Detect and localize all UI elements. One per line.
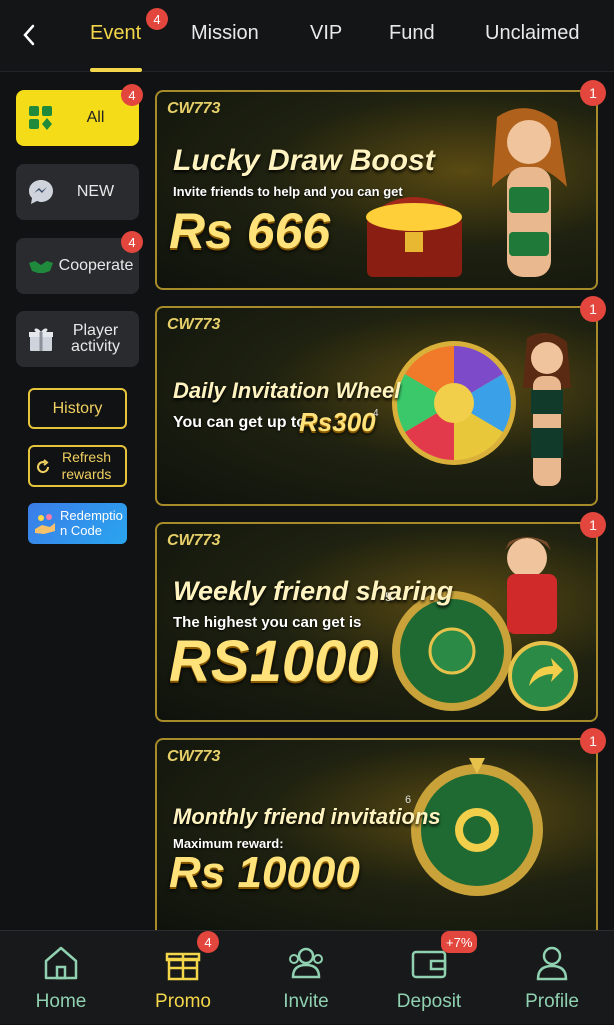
nav-label: Home: [35, 991, 87, 1012]
bottom-nav-bar: Home Promo 4 Invite Deposit +7% Profile: [0, 930, 614, 1024]
tab-event[interactable]: Event: [90, 22, 141, 45]
tab-event-badge: 4: [146, 8, 168, 30]
tab-vip[interactable]: VIP: [310, 22, 342, 45]
promo-badge: 4: [197, 931, 219, 953]
sidebar-cooperate-badge: 4: [121, 231, 143, 253]
nav-label: Profile: [525, 991, 579, 1012]
tab-unclaimed[interactable]: Unclaimed: [485, 22, 579, 45]
tab-active-indicator: [90, 68, 142, 72]
sidebar-item-label: Cooperate: [58, 257, 134, 274]
banner-title: Lucky Draw Boost: [173, 144, 435, 177]
sidebar-all-badge: 4: [121, 84, 143, 106]
gift-icon: [165, 952, 201, 981]
banner-badge: 1: [580, 80, 606, 106]
refresh-rewards-label: Refresh rewards: [61, 449, 112, 482]
banner-title: Daily Invitation Wheel: [173, 378, 401, 403]
brand-logo: CW773: [167, 100, 221, 117]
banner-lucky-draw[interactable]: CW773 Lucky Draw Boost Invite friends to…: [155, 90, 598, 290]
nav-home[interactable]: Home: [0, 931, 122, 1025]
reward-wheel-icon: [411, 758, 543, 896]
brand-logo: CW773: [167, 316, 221, 333]
banner-subtitle: Invite friends to help and you can get: [173, 184, 403, 199]
chat-icon: [29, 180, 53, 204]
tab-mission[interactable]: Mission: [191, 22, 259, 45]
sidebar-item-cooperate[interactable]: Cooperate: [16, 238, 139, 294]
banner-title: Monthly friend invitations: [173, 804, 441, 829]
banner-daily-wheel[interactable]: CW773 Daily Invitation Wheel You can get…: [155, 306, 598, 506]
banner-badge: 1: [580, 728, 606, 754]
sidebar-item-label: NEW: [76, 183, 115, 200]
banner-weekly-sharing[interactable]: CW773 Weekly friend sharing The highest …: [155, 522, 598, 722]
sidebar-item-new[interactable]: NEW: [16, 164, 139, 220]
step-marker: 4: [373, 408, 379, 419]
banner-amount: Rs 666: [169, 203, 331, 259]
sidebar-item-label: Player activity: [71, 322, 120, 355]
profile-icon: [536, 946, 568, 981]
people-icon: [289, 947, 323, 979]
sidebar-item-player-activity[interactable]: Player activity: [16, 311, 139, 367]
top-tab-bar: Event 4 Mission VIP Fund Unclaimed: [0, 0, 614, 72]
gift-icon: [29, 328, 53, 351]
redeem-hand-icon: [35, 514, 55, 534]
redemption-code-button[interactable]: Redemption Code: [28, 503, 127, 544]
deposit-bonus-badge: +7%: [441, 931, 478, 953]
sidebar-item-label: All: [86, 109, 105, 126]
nav-label: Invite: [283, 991, 329, 1012]
nav-label: Promo: [155, 991, 211, 1012]
banner-title: Weekly friend sharing: [173, 576, 454, 606]
home-icon: [44, 946, 78, 980]
nav-promo[interactable]: Promo: [122, 931, 244, 1025]
refresh-rewards-button[interactable]: Refresh rewards: [28, 445, 127, 487]
banner-amount: Rs300: [299, 407, 376, 437]
tab-fund[interactable]: Fund: [389, 22, 435, 45]
step-marker: 6: [405, 794, 412, 806]
banner-amount: RS1000: [169, 629, 379, 694]
color-wheel-icon: [392, 341, 516, 465]
redemption-code-label: Redemption Code: [60, 508, 123, 538]
share-arrow-icon: [508, 641, 578, 711]
pilot-hostess-image: [505, 537, 557, 634]
nav-profile[interactable]: Profile: [491, 931, 613, 1025]
history-button[interactable]: History: [28, 388, 127, 429]
handshake-icon: [29, 261, 53, 273]
grid-icon: [29, 106, 52, 130]
hostess-image: [523, 332, 571, 486]
brand-logo: CW773: [167, 748, 221, 765]
banner-badge: 1: [580, 296, 606, 322]
step-marker: 5: [385, 590, 392, 604]
nav-label: Deposit: [396, 991, 462, 1012]
brand-logo: CW773: [167, 532, 221, 549]
nav-invite[interactable]: Invite: [245, 931, 367, 1025]
banner-badge: 1: [580, 512, 606, 538]
banner-subtitle: You can get up to: [173, 414, 307, 431]
back-icon[interactable]: [14, 20, 44, 50]
hostess-image: [492, 108, 567, 277]
refresh-icon: [37, 459, 50, 474]
banner-amount: Rs 10000: [169, 848, 360, 897]
banner-monthly-invitations[interactable]: CW773 Monthly friend invitations Maximum…: [155, 738, 598, 930]
